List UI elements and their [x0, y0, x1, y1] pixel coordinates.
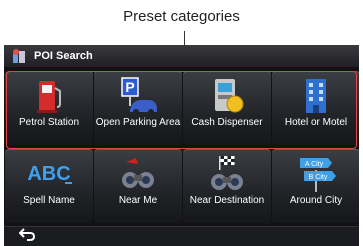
tile-label: Cash Dispenser	[191, 117, 263, 128]
tile-label: Near Me	[118, 195, 158, 206]
svg-text:ABC: ABC	[27, 163, 70, 185]
back-arrow-icon	[19, 227, 36, 246]
svg-text:P: P	[125, 79, 134, 95]
tile-around-city[interactable]: A City B City Around City	[272, 149, 359, 223]
poi-search-screen: POI Search Petrol Station P Open Parking…	[4, 45, 359, 246]
tile-hotel-or-motel[interactable]: Hotel or Motel	[272, 71, 359, 145]
city-sign-icon: A City B City	[291, 153, 341, 195]
poi-search-icon	[12, 48, 28, 64]
title-bar: POI Search	[4, 45, 359, 67]
bottom-bar	[4, 226, 359, 246]
category-grid: Petrol Station P Open Parking Area Cash …	[4, 67, 359, 227]
tile-near-destination[interactable]: Near Destination	[183, 149, 271, 223]
back-button[interactable]	[10, 228, 44, 245]
callout-label: Preset categories	[123, 8, 240, 25]
tile-open-parking-area[interactable]: P Open Parking Area	[94, 71, 182, 145]
tile-label: Near Destination	[189, 195, 265, 206]
atm-icon	[202, 75, 252, 117]
binoculars-icon	[113, 153, 163, 195]
hotel-icon	[291, 75, 341, 117]
tile-label: Spell Name	[23, 195, 75, 206]
tile-label: Open Parking Area	[95, 117, 181, 128]
tile-label: Petrol Station	[18, 117, 80, 128]
tile-near-me[interactable]: Near Me	[94, 149, 182, 223]
tile-petrol-station[interactable]: Petrol Station	[5, 71, 93, 145]
page-title: POI Search	[34, 50, 93, 62]
svg-text:B City: B City	[309, 174, 328, 181]
tile-label: Hotel or Motel	[284, 117, 348, 128]
tile-label: Around City	[289, 195, 343, 206]
tile-cash-dispenser[interactable]: Cash Dispenser	[183, 71, 271, 145]
tile-spell-name[interactable]: ABC Spell Name	[5, 149, 93, 223]
svg-text:A City: A City	[305, 161, 324, 168]
petrol-pump-icon	[24, 75, 74, 117]
binoculars-flag-icon	[202, 153, 252, 195]
abc-icon: ABC	[24, 153, 74, 195]
parking-icon: P	[113, 75, 163, 117]
